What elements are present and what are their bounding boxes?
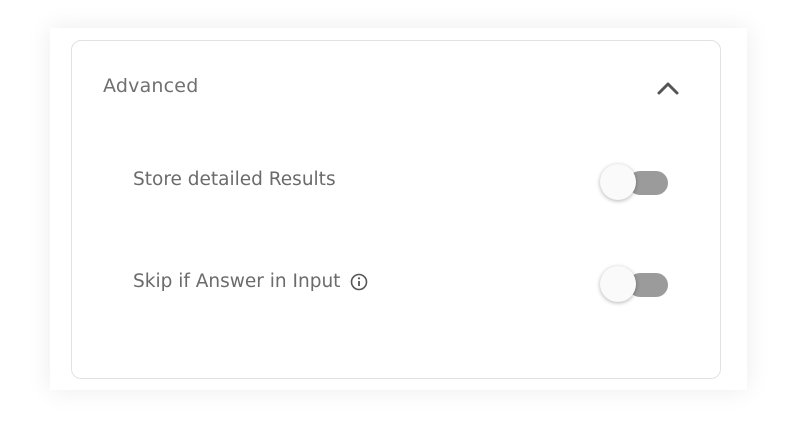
chevron-up-icon[interactable]: [656, 79, 680, 97]
advanced-section: Advanced Store detailed Results Skip if …: [71, 40, 721, 379]
toggle-knob: [600, 266, 636, 302]
info-icon[interactable]: [350, 273, 368, 291]
store-detailed-results-label: Store detailed Results: [133, 169, 336, 190]
skip-if-answer-label: Skip if Answer in Input: [133, 271, 368, 292]
settings-panel: Advanced Store detailed Results Skip if …: [50, 28, 747, 390]
skip-if-answer-toggle[interactable]: [598, 265, 670, 305]
section-title: Advanced: [103, 75, 199, 97]
store-detailed-results-toggle[interactable]: [598, 163, 670, 203]
setting-label: Skip if Answer in Input: [133, 271, 341, 292]
setting-label: Store detailed Results: [133, 169, 336, 190]
toggle-knob: [600, 164, 636, 200]
